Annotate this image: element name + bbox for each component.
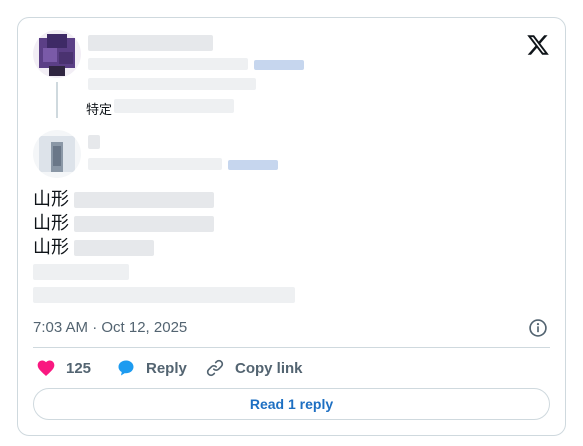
heart-icon bbox=[37, 360, 55, 376]
tweet-line-2-blurred bbox=[74, 216, 214, 232]
tweet-line-3-blurred bbox=[74, 240, 154, 256]
copy-link-button[interactable]: Copy link bbox=[205, 357, 303, 379]
reply-bubble-icon bbox=[118, 360, 134, 376]
parent-meta-blurred bbox=[88, 78, 256, 90]
parent-handle-blurred bbox=[88, 58, 248, 70]
replying-to-text: 特定 bbox=[86, 103, 113, 118]
link-icon bbox=[206, 359, 224, 377]
author-link-blurred bbox=[228, 160, 278, 170]
author-name-blurred bbox=[88, 135, 100, 149]
info-icon[interactable] bbox=[528, 318, 548, 338]
parent-link-blurred bbox=[254, 60, 304, 70]
parent-author-name-blurred bbox=[88, 35, 213, 51]
parent-avatar[interactable] bbox=[33, 30, 81, 78]
replying-to-blurred bbox=[114, 99, 234, 113]
tweet-line-1-blurred bbox=[74, 192, 214, 208]
thread-connector bbox=[56, 82, 58, 118]
read-replies-label: Read 1 reply bbox=[249, 396, 334, 412]
author-handle-blurred bbox=[88, 158, 222, 170]
x-logo-icon[interactable] bbox=[526, 33, 550, 57]
tweet-line-2: 山形 bbox=[33, 213, 69, 234]
tweet-timestamp[interactable]: 7:03 AM · Oct 12, 2025 bbox=[33, 319, 187, 336]
tweet-line-4-blurred bbox=[33, 264, 129, 280]
tweet-line-5-blurred bbox=[33, 287, 295, 303]
tweet-line-3: 山形 bbox=[33, 237, 69, 258]
reply-button[interactable]: Reply bbox=[116, 357, 187, 379]
read-replies-button[interactable]: Read 1 reply bbox=[33, 388, 550, 420]
author-avatar[interactable] bbox=[33, 130, 81, 178]
copy-link-label: Copy link bbox=[235, 359, 303, 377]
action-divider bbox=[33, 347, 550, 348]
like-button[interactable]: 125 bbox=[36, 357, 91, 379]
like-count: 125 bbox=[66, 359, 92, 377]
reply-label: Reply bbox=[146, 359, 187, 377]
tweet-line-1: 山形 bbox=[33, 189, 69, 210]
